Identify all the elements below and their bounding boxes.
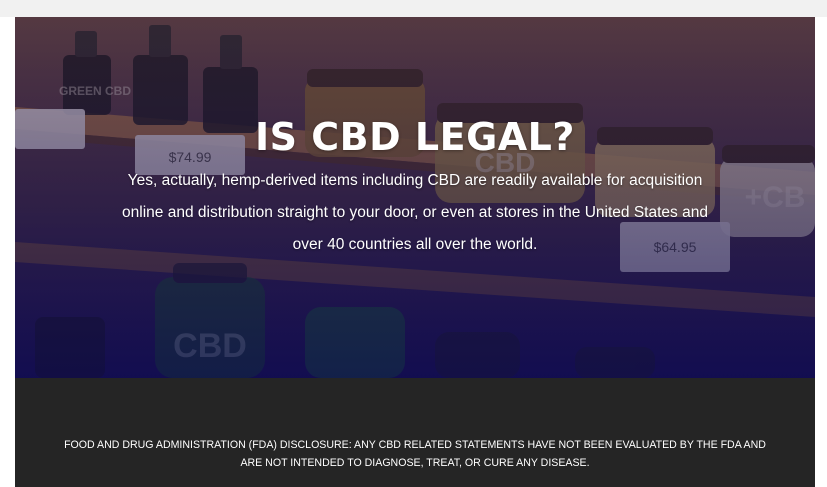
right-margin — [815, 17, 827, 487]
hero-section: $74.99$64.95CBD+CBGREEN CBDCBD IS CBD LE… — [15, 17, 815, 378]
fda-disclosure-text: FOOD AND DRUG ADMINISTRATION (FDA) DISCL… — [64, 439, 766, 469]
hero-title: IS CBD LEGAL? — [255, 115, 575, 159]
hero-description: Yes, actually, hemp-derived items includ… — [122, 172, 708, 253]
fda-disclosure-band: FOOD AND DRUG ADMINISTRATION (FDA) DISCL… — [15, 378, 815, 487]
page-frame: $74.99$64.95CBD+CBGREEN CBDCBD IS CBD LE… — [0, 0, 827, 487]
browser-top-edge — [0, 0, 827, 18]
left-margin — [0, 17, 15, 487]
